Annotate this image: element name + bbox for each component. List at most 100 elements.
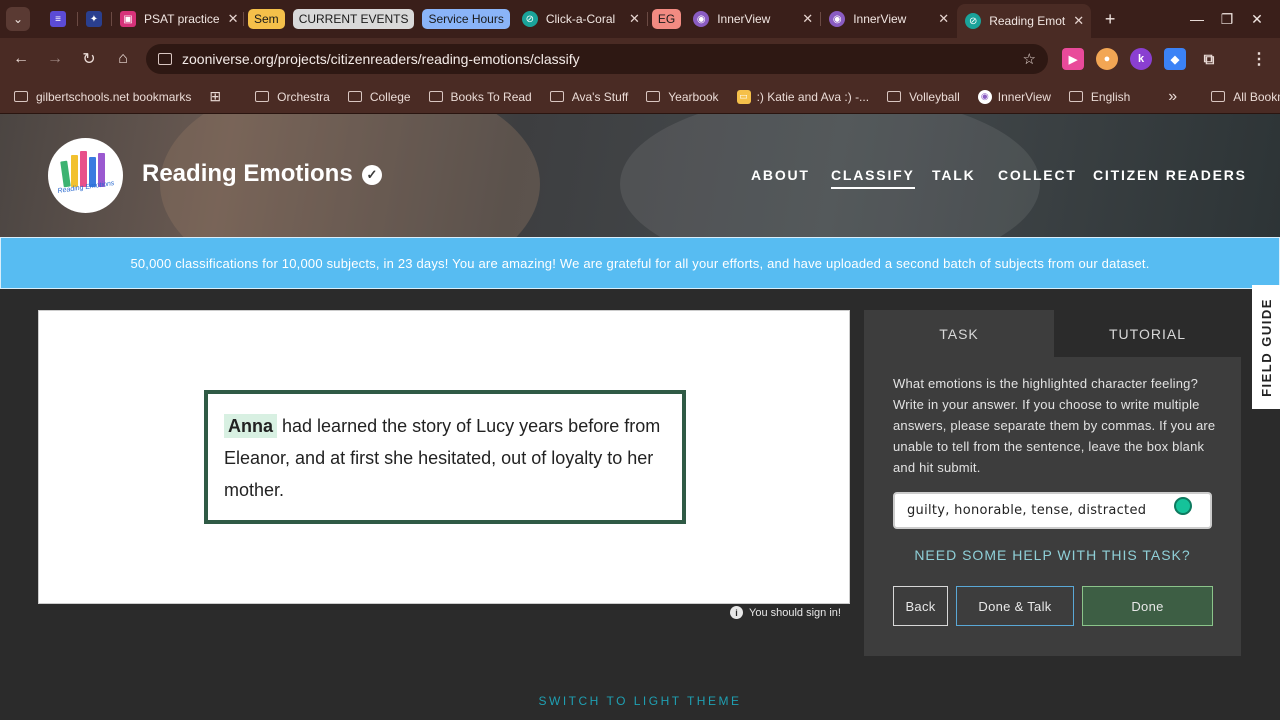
logo-book <box>80 151 87 187</box>
tab-label: Reading Emot <box>989 14 1066 28</box>
reload-icon[interactable]: ↻ <box>72 42 106 76</box>
tab-group-sem[interactable]: Sem <box>248 9 285 29</box>
done-and-talk-button[interactable]: Done & Talk <box>956 586 1074 626</box>
new-tab-button[interactable]: + <box>1095 9 1125 30</box>
tab-favicon: ◉ <box>829 11 846 27</box>
bookmark-volleyball[interactable]: Volleyball <box>887 90 960 104</box>
bookmark-english[interactable]: English <box>1068 89 1131 104</box>
field-guide-label: FIELD GUIDE <box>1258 297 1274 397</box>
folder-icon <box>1211 91 1226 102</box>
extension-icon-grid[interactable]: ◆ <box>1164 48 1186 70</box>
nav-about[interactable]: ABOUT <box>751 167 810 183</box>
browser-menu-icon[interactable]: ⋮ <box>1248 48 1270 70</box>
more-bookmarks-icon[interactable]: » <box>1168 88 1177 106</box>
extensions-puzzle-icon[interactable]: ⧉ <box>1198 48 1220 70</box>
tab-group-service-hours[interactable]: Service Hours <box>422 9 510 29</box>
tab-close-icon[interactable]: ✕ <box>794 11 813 27</box>
tab-reading-emotions[interactable]: ⊘ Reading Emot ✕ <box>957 4 1092 38</box>
nav-collect[interactable]: COLLECT <box>998 167 1077 183</box>
folder-icon <box>428 91 443 102</box>
nav-citizen-readers[interactable]: CITIZEN READERS <box>1093 167 1247 183</box>
subject-viewer: Anna had learned the story of Lucy years… <box>38 310 850 604</box>
tab-task[interactable]: TASK <box>864 310 1054 357</box>
project-header: Reading Emotions Reading Emotions ✓ ABOU… <box>0 114 1280 237</box>
bookmark-label: InnerView <box>997 89 1051 104</box>
tab-group-current-events[interactable]: CURRENT EVENTS <box>292 9 415 29</box>
bookmark-orchestra[interactable]: Orchestra <box>255 90 330 104</box>
bookmark-yearbook[interactable]: Yearbook <box>646 90 719 104</box>
tab-1[interactable]: ≡ <box>42 4 78 34</box>
forward-arrow-icon[interactable]: → <box>38 42 72 76</box>
bookmark-label: Volleyball <box>909 89 960 104</box>
switch-theme-button[interactable]: SWITCH TO LIGHT THEME <box>0 694 1280 708</box>
back-button[interactable]: Back <box>893 586 948 626</box>
project-title[interactable]: Reading Emotions <box>142 160 353 188</box>
bookmark-label: Books To Read <box>450 89 532 104</box>
bookmark-star-icon[interactable]: ☆ <box>1023 50 1036 68</box>
bookmark-label: English <box>1090 89 1131 104</box>
logo-book <box>71 155 78 187</box>
folder-icon <box>347 91 362 102</box>
bookmark-innerview[interactable]: ◉ InnerView <box>977 89 1051 104</box>
tab-favicon: ⊘ <box>965 13 982 29</box>
bookmark-label: College <box>369 89 411 104</box>
subject-sentence: had learned the story of Lucy years befo… <box>224 416 661 500</box>
minimize-icon[interactable]: — <box>1182 11 1212 27</box>
nav-talk[interactable]: TALK <box>932 167 976 183</box>
tab-label: InnerView <box>853 12 907 26</box>
bookmark-all-bookmarks[interactable]: All Bookmarks <box>1211 90 1280 104</box>
back-arrow-icon[interactable]: ← <box>4 42 38 76</box>
restore-icon[interactable]: ❐ <box>1212 11 1242 28</box>
bookmark-label: Orchestra <box>277 89 330 104</box>
tab-favicon: ◉ <box>693 11 710 27</box>
browser-toolbar: ← → ↻ ⌂ zooniverse.org/projects/citizenr… <box>0 38 1280 80</box>
folder-icon <box>549 91 564 102</box>
tab-close-icon[interactable]: ✕ <box>930 11 949 27</box>
bookmark-apps[interactable]: ⊞ <box>209 88 221 105</box>
close-window-icon[interactable]: ✕ <box>1242 11 1272 28</box>
tab-search-button[interactable]: ⌄ <box>6 7 30 31</box>
task-panel: TASK TUTORIAL What emotions is the highl… <box>864 310 1241 656</box>
answer-input[interactable]: guilty, honorable, tense, distracted <box>893 492 1212 529</box>
tab-close-icon[interactable]: ✕ <box>220 11 239 27</box>
bookmarks-bar: gilbertschools.net bookmarks ⊞ Orchestra… <box>0 80 1280 114</box>
field-guide-tab[interactable]: FIELD GUIDE <box>1252 285 1280 409</box>
task-help-link[interactable]: NEED SOME HELP WITH THIS TASK? <box>864 547 1241 563</box>
bookmark-college[interactable]: College <box>347 89 411 104</box>
extension-icon-video[interactable]: ▶ <box>1062 48 1084 70</box>
tab-innerview-2[interactable]: ◉ InnerView ✕ <box>821 4 957 34</box>
bookmark-avas-stuff[interactable]: Ava's Stuff <box>549 89 629 104</box>
slides-icon: ▭ <box>736 89 751 104</box>
tab-close-icon[interactable]: ✕ <box>621 11 640 27</box>
address-bar[interactable]: zooniverse.org/projects/citizenreaders/r… <box>146 44 1048 74</box>
tab-group-eg[interactable]: EG <box>651 9 682 29</box>
tab-favicon: ✦ <box>86 11 102 27</box>
bookmark-label: gilbertschools.net bookmarks <box>36 89 192 104</box>
bookmark-label: Ava's Stuff <box>571 89 629 104</box>
tab-innerview-1[interactable]: ◉ InnerView ✕ <box>685 4 822 34</box>
site-info-icon[interactable] <box>158 53 172 65</box>
extension-icon-flame[interactable]: ● <box>1096 48 1118 70</box>
tab-psat[interactable]: ▣ PSAT practice ✕ <box>112 4 244 34</box>
project-logo[interactable]: Reading Emotions <box>48 138 123 213</box>
bookmark-katie-and-ava[interactable]: ▭ :) Katie and Ava :) -... <box>736 89 870 104</box>
highlighted-character: Anna <box>224 414 277 438</box>
tab-click-a-coral[interactable]: ⊘ Click-a-Coral ✕ <box>514 4 648 34</box>
info-icon: i <box>730 606 743 619</box>
home-icon[interactable]: ⌂ <box>106 42 140 76</box>
nav-classify[interactable]: CLASSIFY <box>831 167 915 189</box>
bookmark-label: :) Katie and Ava :) -... <box>756 89 870 104</box>
tab-close-icon[interactable]: ✕ <box>1065 13 1084 29</box>
extension-icon-k[interactable]: k <box>1130 48 1152 70</box>
tab-favicon: ≡ <box>50 11 66 27</box>
sign-in-notice[interactable]: i You should sign in! <box>730 606 841 619</box>
grammarly-icon[interactable] <box>1174 497 1192 515</box>
tab-2[interactable]: ✦ <box>78 4 112 34</box>
tab-tutorial[interactable]: TUTORIAL <box>1054 310 1241 357</box>
task-question: What emotions is the highlighted charact… <box>893 376 1216 475</box>
sign-in-text: You should sign in! <box>749 606 841 619</box>
bookmark-gilbertschools[interactable]: gilbertschools.net bookmarks <box>14 90 191 104</box>
bookmark-books-to-read[interactable]: Books To Read <box>428 89 532 104</box>
apps-grid-icon: ⊞ <box>209 88 222 104</box>
done-button[interactable]: Done <box>1082 586 1213 626</box>
